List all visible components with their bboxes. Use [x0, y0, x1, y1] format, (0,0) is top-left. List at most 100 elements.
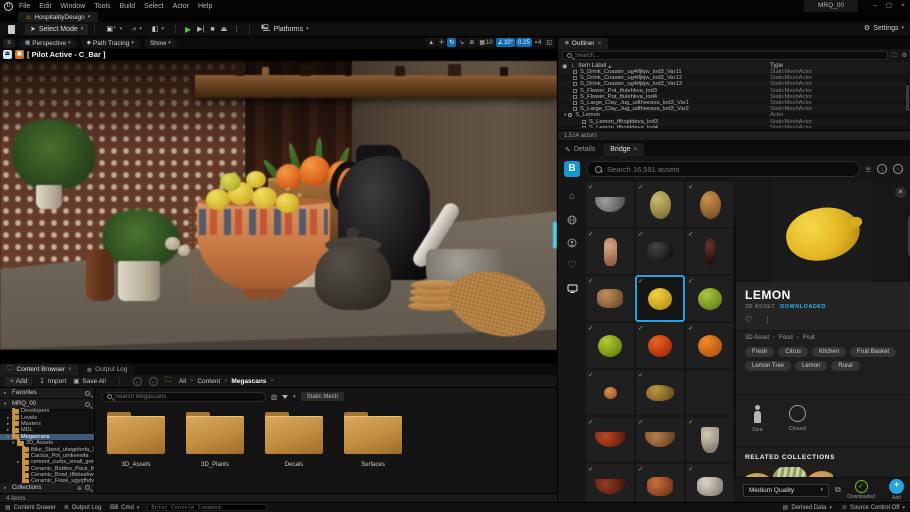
- derived-data-button[interactable]: ▤ Derived Data ▾: [783, 504, 832, 511]
- tag-fresh[interactable]: Fresh: [745, 347, 774, 357]
- bridge-search-input[interactable]: [586, 161, 860, 177]
- asset-green-apple[interactable]: ✓: [586, 323, 634, 368]
- blueprints-button[interactable]: ⑁▾: [127, 24, 147, 35]
- play-button[interactable]: ▶: [185, 25, 191, 34]
- path-segment[interactable]: Megascans: [231, 378, 266, 385]
- view-options-icon[interactable]: ▥: [271, 393, 277, 401]
- forward-button[interactable]: →: [149, 377, 158, 386]
- asset-lime[interactable]: ✓: [686, 276, 734, 321]
- tab-content-browser[interactable]: 🗀 Content Browser ×: [0, 364, 79, 375]
- viewport-menu-icon[interactable]: ≡: [3, 39, 15, 48]
- outliner-scrollbar[interactable]: [906, 71, 909, 130]
- tab-outliner[interactable]: ≡ Outliner ×: [558, 38, 608, 49]
- tab-details[interactable]: ✎ Details: [558, 143, 602, 156]
- frame-skip-button[interactable]: ▶|: [197, 25, 204, 33]
- folder-3d_assets[interactable]: 3D_Assets: [101, 406, 171, 481]
- asset-stone-goblet[interactable]: ✓: [686, 417, 734, 462]
- breadcrumb-item[interactable]: Food: [779, 335, 793, 341]
- tab-output-log[interactable]: ≣ Output Log: [80, 364, 135, 375]
- scale-snap-toggle[interactable]: 0.25: [516, 38, 532, 47]
- asset-white-pot[interactable]: ✓: [686, 464, 734, 502]
- viewport-3d-scene[interactable]: [0, 61, 557, 350]
- outliner-search-input[interactable]: [562, 51, 888, 60]
- viewport-pill-path-tracing[interactable]: ◆Path Tracing▾: [81, 39, 140, 48]
- filter-funnel-icon[interactable]: [282, 395, 288, 399]
- scale-tool-icon[interactable]: ↘: [457, 38, 466, 47]
- close-icon[interactable]: ×: [68, 366, 72, 373]
- asset-melon[interactable]: ✓: [636, 182, 684, 227]
- rotate-tool-icon[interactable]: ↻: [447, 38, 456, 47]
- asset-orange[interactable]: ✓: [686, 323, 734, 368]
- back-button[interactable]: ←: [133, 377, 142, 386]
- stop-button[interactable]: ■: [210, 26, 214, 33]
- search-icon[interactable]: [85, 485, 90, 490]
- console-command-input[interactable]: [147, 504, 267, 511]
- select-tool-icon[interactable]: ▲: [426, 38, 436, 47]
- export-settings-icon[interactable]: ⧉: [835, 485, 841, 495]
- camera-pilot-button[interactable]: ▣: [15, 50, 24, 59]
- minimize-button[interactable]: ‒: [868, 0, 882, 12]
- path-segment[interactable]: Content: [197, 378, 220, 385]
- menu-edit[interactable]: Edit: [39, 3, 51, 10]
- select-mode-dropdown[interactable]: ➤ Select Mode ▾: [25, 24, 88, 35]
- asset-ribbed-pot[interactable]: ✓: [636, 464, 684, 502]
- eject-pilot-button[interactable]: ⏏: [3, 50, 12, 59]
- menu-tools[interactable]: Tools: [94, 3, 110, 10]
- folder-surfaces[interactable]: Surfaces: [338, 406, 408, 481]
- tab-bridge[interactable]: Bridge ×: [603, 143, 644, 156]
- globe-icon[interactable]: [567, 215, 577, 225]
- settings-dropdown[interactable]: ⚙ Settings ▾: [864, 24, 904, 32]
- tag-lemon[interactable]: Lemon: [795, 361, 827, 371]
- favorites-icon[interactable]: ♡: [568, 261, 577, 271]
- maximize-button[interactable]: ▢: [882, 0, 896, 12]
- add-collection-icon[interactable]: ⊕: [77, 485, 82, 492]
- menu-file[interactable]: File: [19, 3, 30, 10]
- tag-lemon-tree[interactable]: Lemon Tree: [745, 361, 791, 371]
- expand-arrow-icon[interactable]: ▾: [564, 112, 566, 118]
- asset-lemon[interactable]: ✓: [636, 276, 684, 321]
- camera-speed-button[interactable]: ▪4: [533, 38, 543, 47]
- source-control-button[interactable]: ⊘ Source Control Off ▾: [842, 504, 905, 511]
- tag-fruit-basket[interactable]: Fruit Basket: [850, 347, 896, 357]
- asset-dark-red-bowl[interactable]: ✓: [586, 464, 634, 502]
- rotation-snap-toggle[interactable]: ∠10°: [496, 38, 515, 47]
- eject-button[interactable]: ⏏: [221, 25, 228, 33]
- search-icon[interactable]: [85, 402, 90, 407]
- close-icon[interactable]: ×: [895, 187, 906, 198]
- cmd-dropdown[interactable]: ⌨ Cmd ▾: [109, 504, 139, 511]
- asset-brown-bowl[interactable]: ✓: [636, 417, 684, 462]
- quality-select[interactable]: Medium Quality▾: [743, 484, 829, 497]
- tag-kitchen[interactable]: Kitchen: [812, 347, 846, 357]
- save-all-button[interactable]: ▣ Save All: [73, 377, 106, 385]
- breadcrumb-item[interactable]: 3D Asset: [745, 335, 769, 341]
- folder-decals[interactable]: Decals: [259, 406, 329, 481]
- asset-dark-bottle[interactable]: ✓: [686, 229, 734, 274]
- favorite-heart-icon[interactable]: ♡: [745, 315, 752, 324]
- home-icon[interactable]: ⌂: [569, 192, 575, 202]
- asset-clay-vase[interactable]: ✓: [586, 229, 634, 274]
- folder-icon[interactable]: 🗀: [892, 51, 898, 61]
- tag-rural[interactable]: Rural: [831, 361, 859, 371]
- tag-citrus[interactable]: Citrus: [778, 347, 808, 357]
- collections-section[interactable]: ▸ Collections ⊕: [0, 483, 94, 493]
- menu-build[interactable]: Build: [120, 3, 136, 10]
- gear-icon[interactable]: ⚙: [902, 52, 907, 59]
- outliner-row[interactable]: S_Lemon_tfhojddeva_lod4StaticMeshActor: [558, 125, 910, 128]
- world-space-icon[interactable]: ⊕: [467, 38, 476, 47]
- content-search-input[interactable]: [101, 392, 266, 402]
- save-level-icon[interactable]: [8, 25, 15, 34]
- cinematics-button[interactable]: ◧▾: [147, 24, 169, 35]
- add-content-button[interactable]: +Add: [5, 377, 32, 386]
- asset-black-pot[interactable]: ✓: [636, 229, 684, 274]
- close-icon[interactable]: ×: [598, 40, 602, 47]
- content-drawer-button[interactable]: ▤ Content Drawer: [5, 504, 56, 511]
- search-icon[interactable]: [85, 391, 90, 396]
- import-button[interactable]: ↧ Import: [39, 377, 66, 385]
- close-button[interactable]: ×: [896, 0, 910, 12]
- asset-dried-cluster[interactable]: ✓: [636, 370, 684, 415]
- more-options-kebab-icon[interactable]: ⋮: [764, 316, 771, 324]
- viewport-pill-perspective[interactable]: ▦Perspective▾: [19, 39, 77, 48]
- folder-3d_plants[interactable]: 3D_Plants: [180, 406, 250, 481]
- asset-gourd[interactable]: ✓: [686, 182, 734, 227]
- menu-window[interactable]: Window: [60, 3, 85, 10]
